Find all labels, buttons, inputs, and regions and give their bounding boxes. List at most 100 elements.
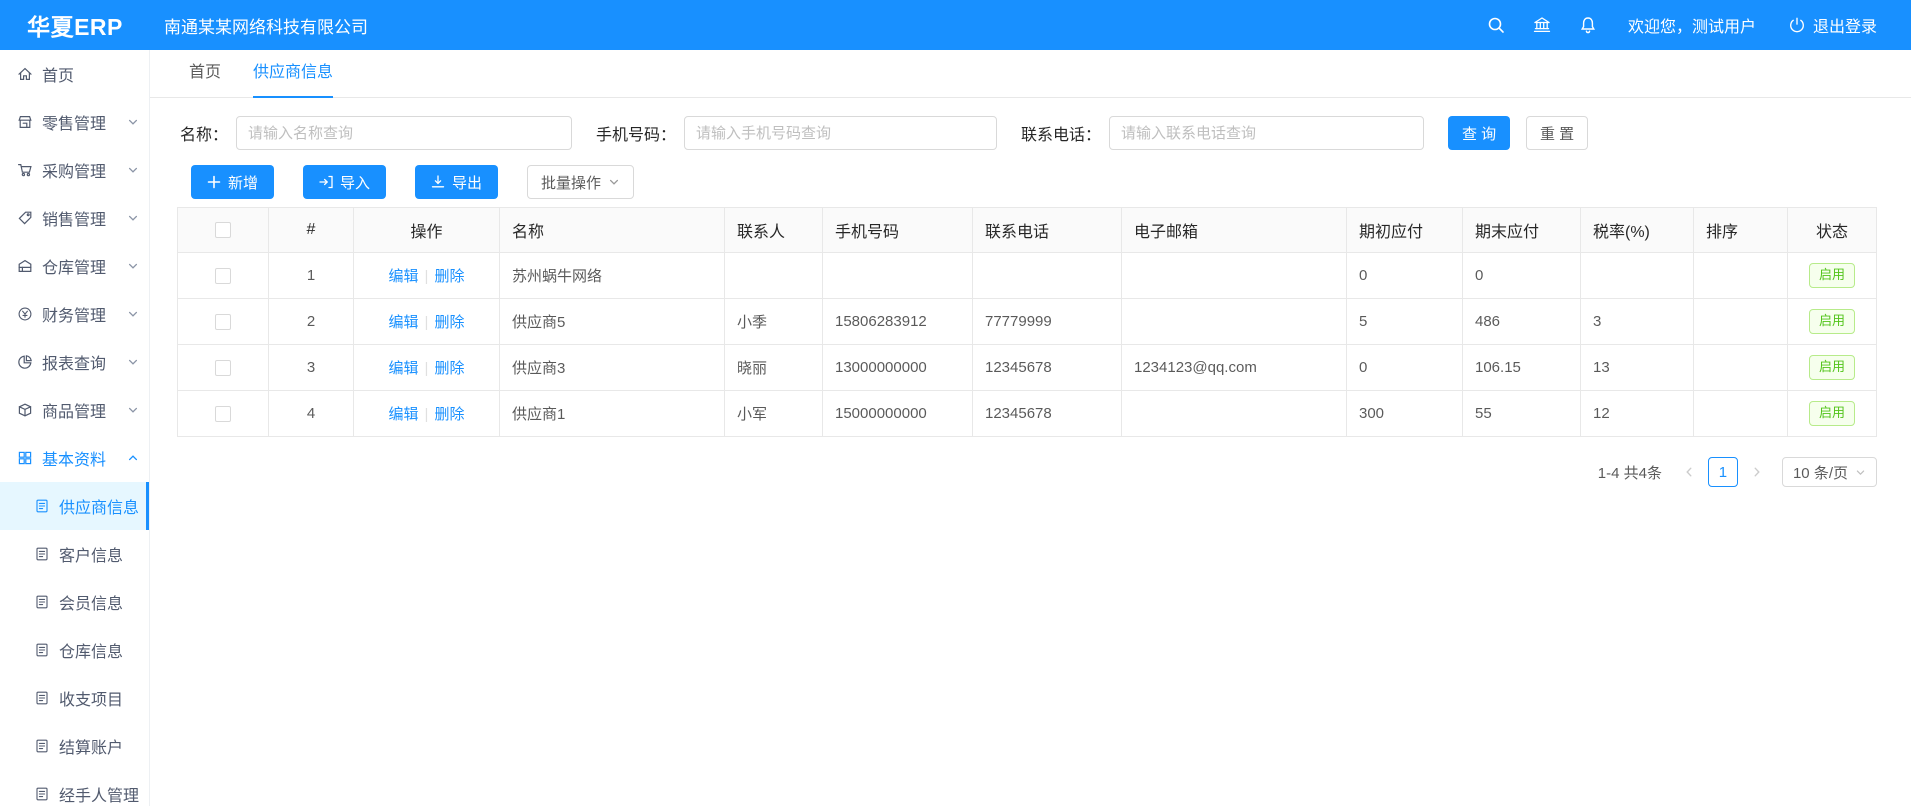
column-header: 名称 (500, 208, 725, 253)
page-size-select[interactable]: 10 条/页 (1782, 457, 1877, 487)
sort-cell (1694, 391, 1788, 437)
tel-filter-label: 联系电话： (1021, 121, 1101, 145)
phone-filter-label: 手机号码： (596, 121, 676, 145)
sidebar-item-supplier-info[interactable]: 供应商信息 (0, 482, 149, 530)
delete-link[interactable]: 删除 (434, 268, 464, 285)
supplier-table: #操作名称联系人手机号码联系电话电子邮箱期初应付期末应付税率(%)排序状态 1编… (177, 207, 1877, 437)
phone-cell: 15806283912 (823, 299, 973, 345)
edit-link[interactable]: 编辑 (389, 268, 419, 285)
name-filter-input[interactable] (236, 116, 572, 150)
import-button[interactable]: 导入 (303, 165, 386, 199)
sidebar-item-warehouse-info[interactable]: 仓库信息 (0, 626, 149, 674)
logout-button[interactable]: 退出登录 (1788, 13, 1877, 37)
query-button[interactable]: 查 询 (1448, 116, 1510, 150)
sidebar-item-label: 零售管理 (42, 110, 127, 134)
link-divider: | (425, 314, 429, 331)
sidebar-item-income-expense-item[interactable]: 收支项目 (0, 674, 149, 722)
supplier-name-cell: 供应商3 (500, 345, 725, 391)
tab-supplier-info[interactable]: 供应商信息 (253, 50, 333, 98)
sidebar-item-base-data[interactable]: 基本资料 (0, 434, 149, 482)
select-all-checkbox[interactable] (215, 222, 231, 238)
sidebar-item-label: 销售管理 (42, 206, 127, 230)
edit-link[interactable]: 编辑 (389, 406, 419, 423)
contact-cell: 小季 (725, 299, 823, 345)
phone-cell: 15000000000 (823, 391, 973, 437)
edit-link[interactable]: 编辑 (389, 314, 419, 331)
row-checkbox[interactable] (215, 268, 231, 284)
sidebar-item-sales[interactable]: 销售管理 (0, 194, 149, 242)
batch-actions-dropdown[interactable]: 批量操作 (527, 165, 634, 199)
sidebar-item-finance[interactable]: 财务管理 (0, 290, 149, 338)
page-size-value: 10 条/页 (1793, 462, 1848, 483)
table-row: 3编辑|删除供应商3晓丽13000000000123456781234123@q… (178, 345, 1877, 391)
status-cell: 启用 (1788, 253, 1877, 299)
tel-filter-input[interactable] (1109, 116, 1424, 150)
page-number-button[interactable]: 1 (1708, 457, 1738, 487)
tax-rate-cell: 3 (1581, 299, 1694, 345)
sidebar-item-goods[interactable]: 商品管理 (0, 386, 149, 434)
column-header: 税率(%) (1581, 208, 1694, 253)
chevron-down-icon (127, 308, 139, 320)
begin-payable-cell: 300 (1347, 391, 1463, 437)
row-checkbox[interactable] (215, 406, 231, 422)
row-checkbox[interactable] (215, 314, 231, 330)
sidebar-item-warehouse[interactable]: 仓库管理 (0, 242, 149, 290)
next-page-button[interactable] (1742, 457, 1772, 487)
notification-bell-icon[interactable] (1578, 15, 1598, 35)
tab-home[interactable]: 首页 (189, 50, 221, 98)
shop-icon (17, 114, 33, 130)
main-area: 首页 供应商信息 名称： 手机号码： 联系电话： 查 询 重 置 新增 导入 (150, 50, 1911, 806)
prev-page-button[interactable] (1674, 457, 1704, 487)
doc-icon (34, 594, 50, 610)
app-logo: 华夏ERP (0, 8, 150, 42)
sort-cell (1694, 345, 1788, 391)
report-icon (17, 354, 33, 370)
sidebar-item-handler-management[interactable]: 经手人管理 (0, 770, 149, 806)
sidebar-item-retail[interactable]: 零售管理 (0, 98, 149, 146)
sidebar-item-report[interactable]: 报表查询 (0, 338, 149, 386)
table-header-row: #操作名称联系人手机号码联系电话电子邮箱期初应付期末应付税率(%)排序状态 (178, 208, 1877, 253)
row-checkbox[interactable] (215, 360, 231, 376)
tax-rate-cell (1581, 253, 1694, 299)
status-cell: 启用 (1788, 299, 1877, 345)
grid-icon (17, 450, 33, 466)
sidebar-item-home[interactable]: 首页 (0, 50, 149, 98)
sidebar-item-member-info[interactable]: 会员信息 (0, 578, 149, 626)
logout-label: 退出登录 (1813, 13, 1877, 37)
sidebar-item-purchase[interactable]: 采购管理 (0, 146, 149, 194)
supplier-name-cell: 供应商1 (500, 391, 725, 437)
add-button[interactable]: 新增 (191, 165, 274, 199)
phone-filter-input[interactable] (684, 116, 997, 150)
supplier-name-cell: 供应商5 (500, 299, 725, 345)
column-header: # (269, 208, 354, 253)
sidebar-item-label: 结算账户 (59, 734, 139, 758)
status-cell: 启用 (1788, 391, 1877, 437)
edit-link[interactable]: 编辑 (389, 360, 419, 377)
reset-button[interactable]: 重 置 (1526, 116, 1588, 150)
telephone-cell: 12345678 (973, 345, 1122, 391)
filter-row: 名称： 手机号码： 联系电话： 查 询 重 置 (180, 116, 1911, 150)
phone-cell (823, 253, 973, 299)
email-cell (1122, 299, 1347, 345)
column-header: 手机号码 (823, 208, 973, 253)
table-row: 1编辑|删除苏州蜗牛网络00启用 (178, 253, 1877, 299)
doc-icon (34, 642, 50, 658)
status-badge: 启用 (1809, 309, 1855, 333)
end-payable-cell: 55 (1463, 391, 1581, 437)
export-button[interactable]: 导出 (415, 165, 498, 199)
search-icon[interactable] (1486, 15, 1506, 35)
sidebar-item-customer-info[interactable]: 客户信息 (0, 530, 149, 578)
delete-link[interactable]: 删除 (434, 314, 464, 331)
column-header: 期初应付 (1347, 208, 1463, 253)
plus-icon (207, 175, 221, 189)
chevron-down-icon (127, 212, 139, 224)
sidebar-item-settlement-account[interactable]: 结算账户 (0, 722, 149, 770)
delete-link[interactable]: 删除 (434, 406, 464, 423)
delete-link[interactable]: 删除 (434, 360, 464, 377)
bank-icon[interactable] (1532, 15, 1552, 35)
email-cell (1122, 253, 1347, 299)
column-header: 期末应付 (1463, 208, 1581, 253)
sidebar: 首页零售管理采购管理销售管理仓库管理财务管理报表查询商品管理基本资料供应商信息客… (0, 50, 150, 806)
chevron-down-icon (127, 260, 139, 272)
row-actions-cell: 编辑|删除 (354, 391, 500, 437)
